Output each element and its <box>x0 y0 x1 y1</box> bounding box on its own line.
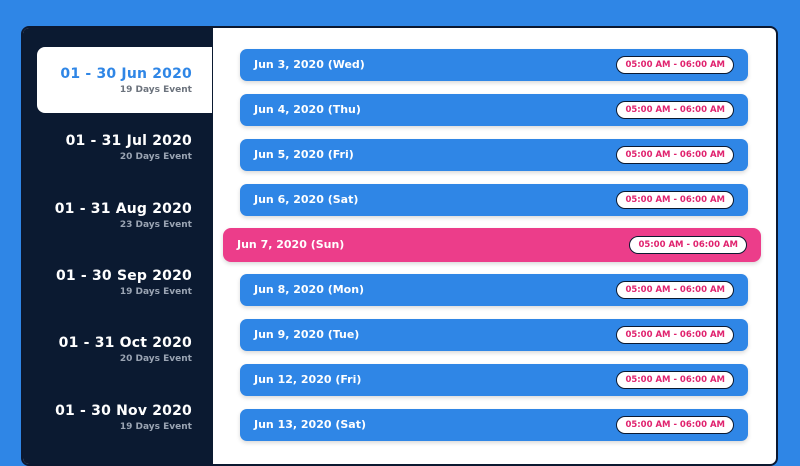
event-row[interactable]: Jun 6, 2020 (Sat) 05:00 AM - 06:00 AM <box>240 184 748 216</box>
sidebar-item-days: 19 Days Event <box>119 287 192 297</box>
sidebar-item-sep[interactable]: 01 - 30 Sep 2020 19 Days Event <box>37 249 212 315</box>
sidebar-item-range: 01 - 30 Nov 2020 <box>55 403 192 419</box>
sidebar-item-aug[interactable]: 01 - 31 Aug 2020 23 Days Event <box>37 182 212 248</box>
event-row[interactable]: Jun 9, 2020 (Tue) 05:00 AM - 06:00 AM <box>240 319 748 351</box>
event-time-badge: 05:00 AM - 06:00 AM <box>616 191 734 209</box>
sidebar-item-days: 19 Days Event <box>119 422 192 432</box>
event-row[interactable]: Jun 12, 2020 (Fri) 05:00 AM - 06:00 AM <box>240 364 748 396</box>
sidebar-item-oct[interactable]: 01 - 31 Oct 2020 20 Days Event <box>37 316 212 382</box>
event-date: Jun 6, 2020 (Sat) <box>254 193 359 206</box>
event-time-badge: 05:00 AM - 06:00 AM <box>629 236 747 254</box>
month-sidebar: 01 - 30 Jun 2020 19 Days Event 01 - 31 J… <box>23 28 213 464</box>
event-time-badge: 05:00 AM - 06:00 AM <box>616 416 734 434</box>
event-row-selected[interactable]: Jun 7, 2020 (Sun) 05:00 AM - 06:00 AM <box>223 228 761 262</box>
event-time-badge: 05:00 AM - 06:00 AM <box>616 281 734 299</box>
sidebar-item-days: 20 Days Event <box>119 152 192 162</box>
event-date: Jun 5, 2020 (Fri) <box>254 148 354 161</box>
event-date: Jun 4, 2020 (Thu) <box>254 103 361 116</box>
sidebar-item-range: 01 - 31 Aug 2020 <box>54 201 192 217</box>
event-list: Jun 3, 2020 (Wed) 05:00 AM - 06:00 AM Ju… <box>213 28 776 464</box>
sidebar-item-jul[interactable]: 01 - 31 Jul 2020 20 Days Event <box>37 114 212 180</box>
sidebar-item-range: 01 - 31 Oct 2020 <box>58 335 192 351</box>
sidebar-item-nov[interactable]: 01 - 30 Nov 2020 19 Days Event <box>37 384 212 450</box>
sidebar-item-range: 01 - 31 Jul 2020 <box>65 133 192 149</box>
event-date: Jun 8, 2020 (Mon) <box>254 283 365 296</box>
event-date: Jun 9, 2020 (Tue) <box>254 328 360 341</box>
event-row[interactable]: Jun 5, 2020 (Fri) 05:00 AM - 06:00 AM <box>240 139 748 171</box>
event-date: Jun 3, 2020 (Wed) <box>254 58 365 71</box>
event-date: Jun 13, 2020 (Sat) <box>254 418 367 431</box>
event-row[interactable]: Jun 8, 2020 (Mon) 05:00 AM - 06:00 AM <box>240 274 748 306</box>
event-row[interactable]: Jun 13, 2020 (Sat) 05:00 AM - 06:00 AM <box>240 409 748 441</box>
event-row[interactable]: Jun 4, 2020 (Thu) 05:00 AM - 06:00 AM <box>240 94 748 126</box>
sidebar-item-days: 19 Days Event <box>119 85 192 95</box>
event-time-badge: 05:00 AM - 06:00 AM <box>616 101 734 119</box>
event-row[interactable]: Jun 3, 2020 (Wed) 05:00 AM - 06:00 AM <box>240 49 748 81</box>
event-calendar-window: 01 - 30 Jun 2020 19 Days Event 01 - 31 J… <box>21 26 778 466</box>
sidebar-item-range: 01 - 30 Jun 2020 <box>60 66 192 82</box>
event-date: Jun 12, 2020 (Fri) <box>254 373 362 386</box>
sidebar-item-range: 01 - 30 Sep 2020 <box>55 268 192 284</box>
event-date: Jun 7, 2020 (Sun) <box>237 238 345 251</box>
event-time-badge: 05:00 AM - 06:00 AM <box>616 146 734 164</box>
sidebar-item-days: 23 Days Event <box>119 220 192 230</box>
event-time-badge: 05:00 AM - 06:00 AM <box>616 326 734 344</box>
event-time-badge: 05:00 AM - 06:00 AM <box>616 56 734 74</box>
sidebar-item-days: 20 Days Event <box>119 354 192 364</box>
sidebar-item-jun[interactable]: 01 - 30 Jun 2020 19 Days Event <box>37 47 212 113</box>
event-time-badge: 05:00 AM - 06:00 AM <box>616 371 734 389</box>
